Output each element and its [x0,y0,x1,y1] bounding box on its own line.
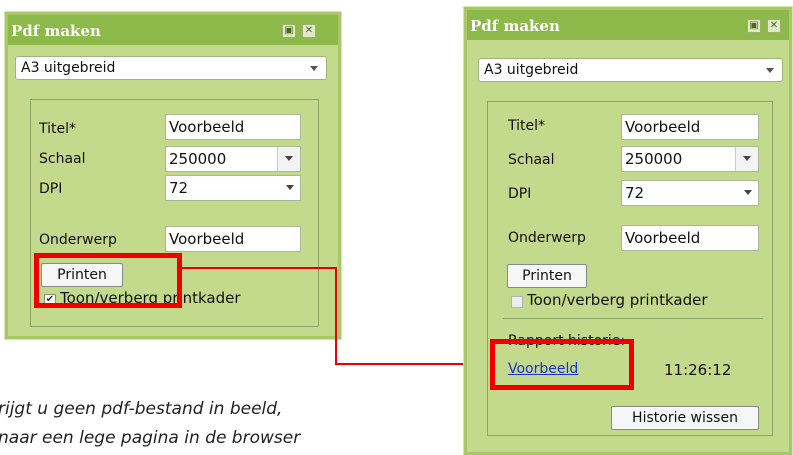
format-select-value: A3 uitgebreid [484,62,579,78]
caption-line-1: rijgt u geen pdf-bestand in beeld, [0,399,283,419]
titel-label: Titel* [508,118,546,134]
onderwerp-input[interactable]: Voorbeeld [621,225,759,251]
schaal-combobox[interactable]: 250000 [621,146,759,172]
onderwerp-input-value: Voorbeeld [625,229,701,247]
chevron-down-icon [766,68,774,73]
divider [503,318,763,319]
dpi-value: 72 [625,184,645,202]
titel-input[interactable]: Voorbeeld [621,114,759,140]
print-button[interactable]: Printen [507,264,587,288]
schaal-dropdown-icon[interactable] [735,147,758,171]
minimize-icon[interactable]: ▣ [747,19,761,33]
dpi-label: DPI [508,186,532,202]
caption-line-2: naar een lege pagina in de browser [0,428,301,448]
history-report-time: 11:26:12 [664,361,732,379]
titel-input-value: Voorbeeld [625,118,701,136]
panel-title: Pdf maken [470,17,560,35]
panel-titlebar: Pdf maken ▣ ✕ [467,10,789,40]
toggle-printframe-checkbox[interactable] [511,296,523,308]
highlight-history-link [490,339,634,390]
schaal-label: Schaal [508,152,555,168]
toggle-printframe-label: Toon/verberg printkader [527,291,708,309]
clear-history-button[interactable]: Historie wissen [611,406,759,430]
dpi-select[interactable]: 72 [621,180,759,206]
chevron-down-icon [744,190,752,195]
format-select[interactable]: A3 uitgebreid [478,58,783,82]
close-icon[interactable]: ✕ [767,19,781,33]
onderwerp-label: Onderwerp [508,230,586,246]
schaal-value: 250000 [625,150,683,168]
